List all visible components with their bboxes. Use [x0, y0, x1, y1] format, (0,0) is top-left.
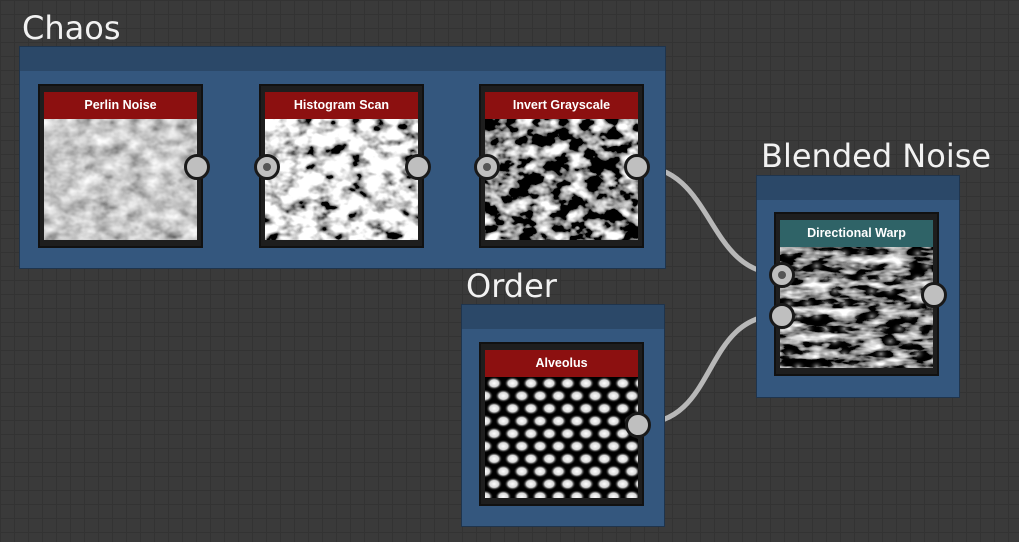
output-port[interactable] [921, 282, 947, 308]
invert-grayscale-preview [485, 119, 638, 240]
output-port[interactable] [184, 154, 210, 180]
directional-warp-preview [780, 247, 933, 368]
alveolus-preview [485, 377, 638, 498]
output-port[interactable] [624, 154, 650, 180]
input-port[interactable] [254, 154, 280, 180]
node-directional-warp[interactable]: Directional Warp [774, 212, 939, 376]
input-port[interactable] [474, 154, 500, 180]
frame-title-chaos: Chaos [22, 9, 121, 47]
node-title: Histogram Scan [265, 92, 418, 119]
histogram-scan-preview [265, 119, 418, 240]
frame-bar[interactable] [20, 47, 665, 71]
node-title: Perlin Noise [44, 92, 197, 119]
node-title: Alveolus [485, 350, 638, 377]
perlin-noise-preview [44, 119, 197, 240]
node-invert-grayscale[interactable]: Invert Grayscale [479, 84, 644, 248]
frame-bar[interactable] [462, 305, 664, 329]
node-histogram-scan[interactable]: Histogram Scan [259, 84, 424, 248]
frame-bar[interactable] [757, 176, 959, 200]
frame-title-order: Order [466, 267, 557, 305]
node-title: Invert Grayscale [485, 92, 638, 119]
node-alveolus[interactable]: Alveolus [479, 342, 644, 506]
input-port[interactable] [769, 262, 795, 288]
node-perlin-noise[interactable]: Perlin Noise [38, 84, 203, 248]
input-port[interactable] [769, 303, 795, 329]
output-port[interactable] [625, 412, 651, 438]
frame-title-blended-noise: Blended Noise [761, 137, 992, 175]
node-title: Directional Warp [780, 220, 933, 247]
output-port[interactable] [405, 154, 431, 180]
